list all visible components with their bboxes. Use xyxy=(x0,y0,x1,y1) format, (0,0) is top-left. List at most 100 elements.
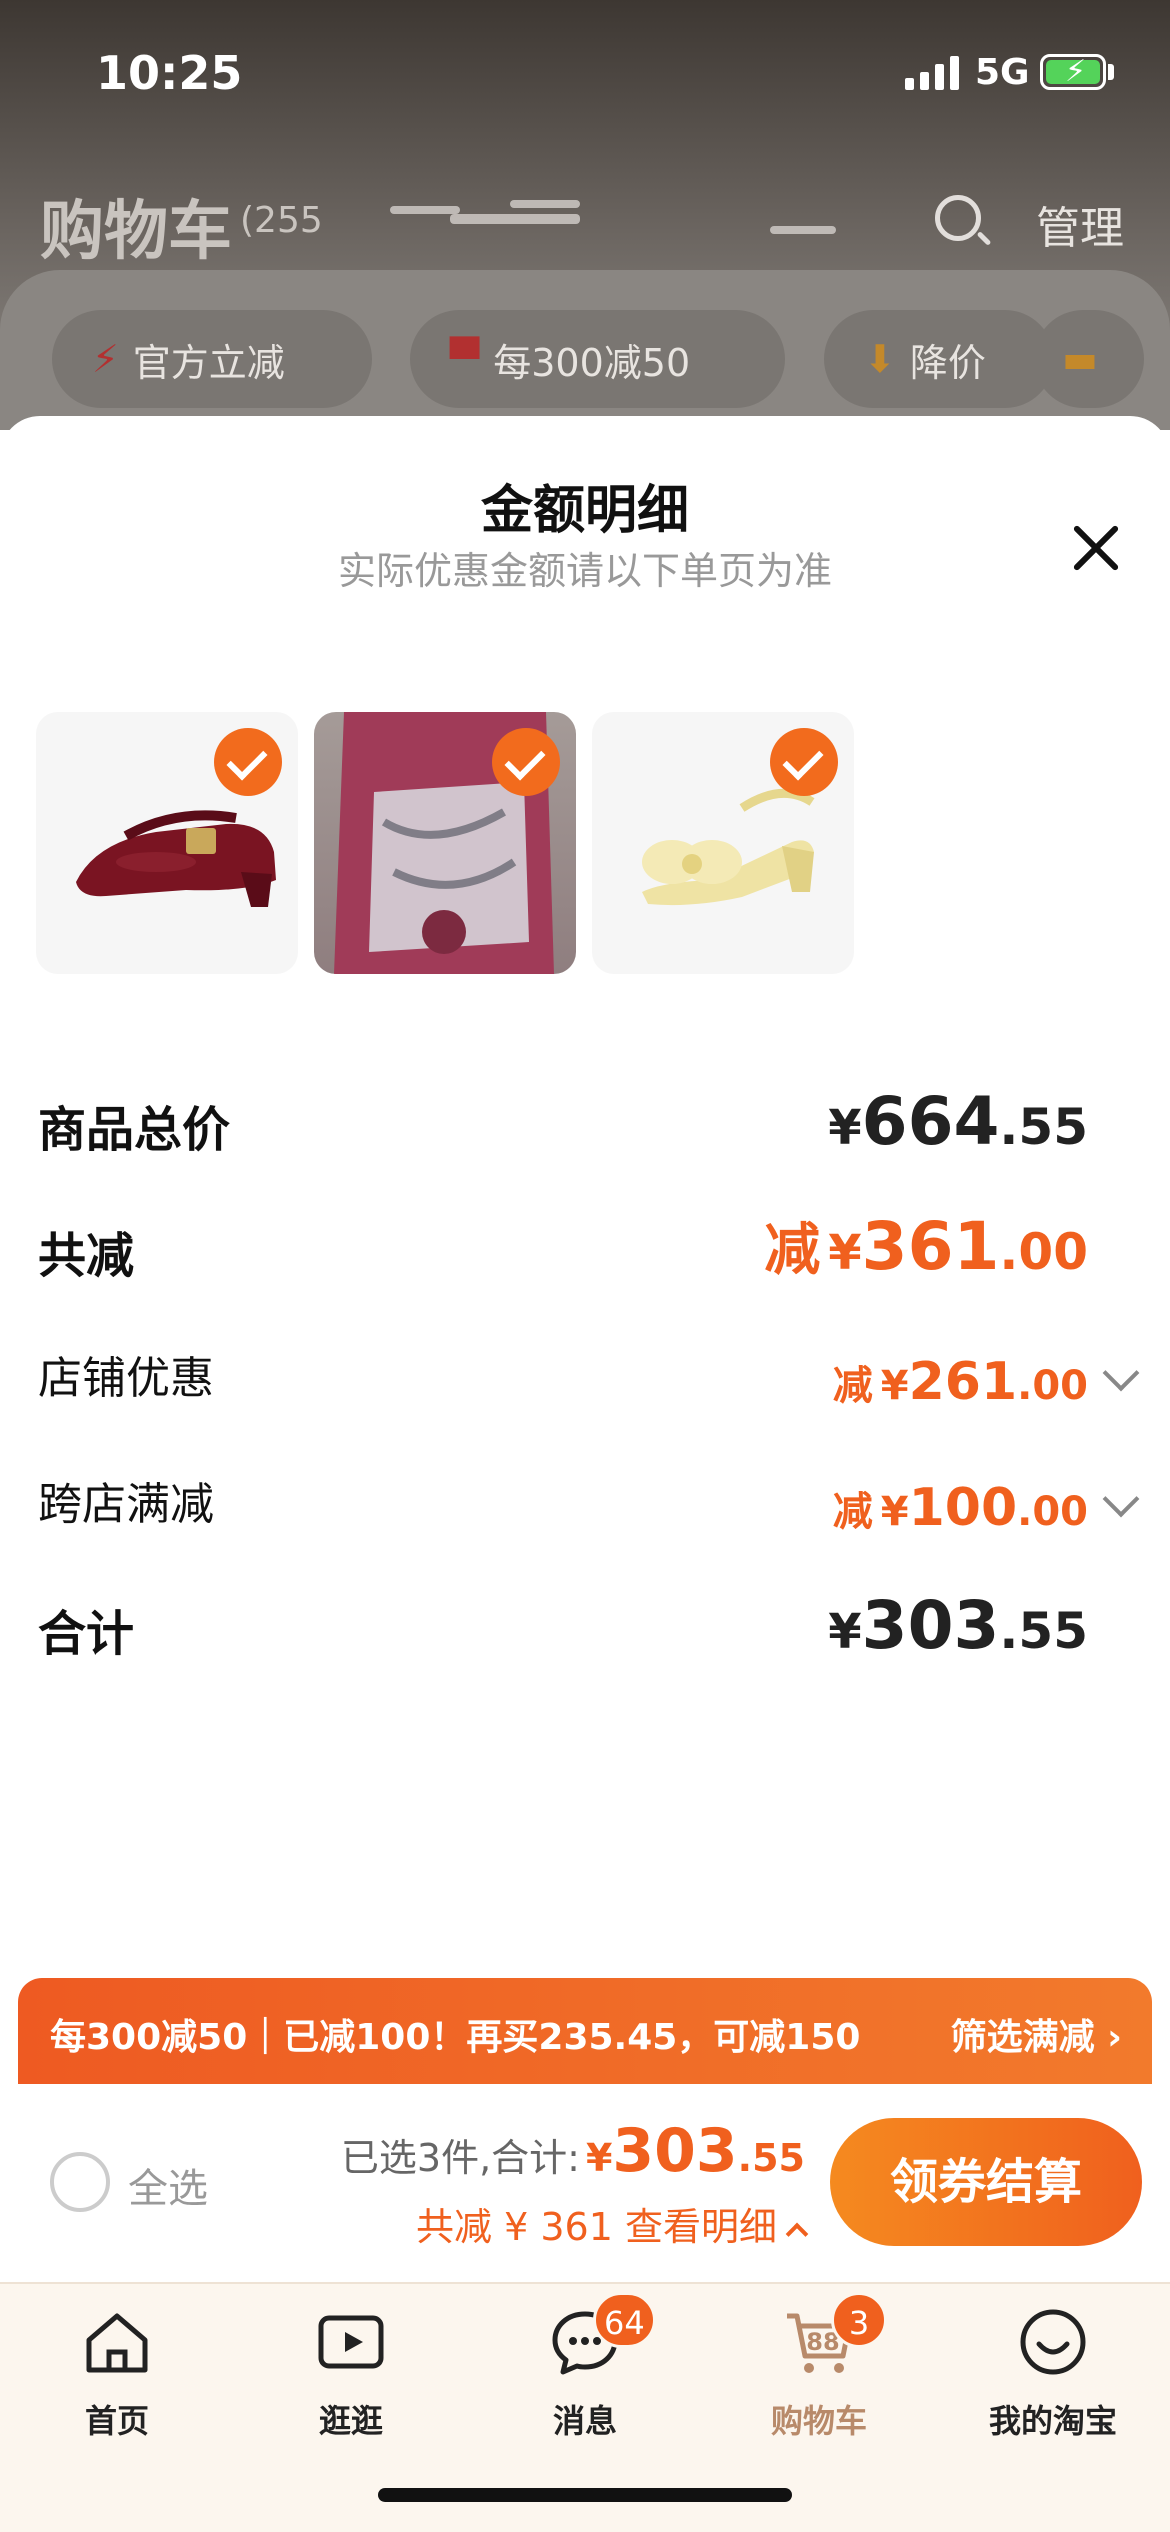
row-total: 合计 ¥303.55 xyxy=(38,1584,1138,1674)
row-cross-shop-discount[interactable]: 跨店满减 减 ¥100.00 xyxy=(38,1458,1140,1548)
discount-summary-text: 共减 ¥ 361 查看明细 xyxy=(416,2205,777,2249)
tab-messages[interactable]: 64 消息 xyxy=(468,2292,702,2442)
currency-symbol: ¥ xyxy=(828,1100,862,1156)
selected-summary: 已选3件,合计: ¥303.55 xyxy=(341,2116,805,2186)
sheet-subtitle: 实际优惠金额请以下单页为准 xyxy=(337,549,832,593)
view-detail-link[interactable]: 共减 ¥ 361 查看明细 xyxy=(416,2196,809,2251)
filter-discount-link[interactable]: 筛选满减 › xyxy=(951,2008,1122,2060)
total-label: 合计 xyxy=(38,1606,135,1662)
amount-int: 261 xyxy=(908,1352,1018,1412)
discount-total-label: 共减 xyxy=(38,1228,135,1284)
selected-check-icon[interactable] xyxy=(492,728,560,796)
filter-chip-strip: ⚡ 官方立减 ▀ 每300减50 ⬇ 降价 ▬ xyxy=(0,270,1170,430)
tab-label: 逛逛 xyxy=(318,2402,383,2440)
product-thumbnail[interactable] xyxy=(592,712,854,974)
amount-int: 664 xyxy=(861,1083,1000,1160)
chip-price-drop[interactable]: ⬇ 降价 xyxy=(824,310,1054,408)
tab-label: 购物车 xyxy=(770,2402,867,2440)
tab-cart[interactable]: 88 3 购物车 xyxy=(702,2292,936,2442)
amount-int: 361 xyxy=(861,1208,1000,1285)
discount-total-value: 减 ¥361.00 xyxy=(764,1205,1088,1286)
cart-count: (255 xyxy=(240,200,323,241)
cart-badge: 3 xyxy=(831,2292,887,2348)
tab-home[interactable]: 首页 xyxy=(0,2306,234,2442)
cart-header: 购物车 (255 管理 xyxy=(0,170,1170,270)
shop-discount-value: 减 ¥261.00 xyxy=(833,1352,1088,1412)
checkout-bar: 全选 已选3件,合计: ¥303.55 共减 ¥ 361 查看明细 领券结算 xyxy=(0,2084,1170,2284)
amount-dec: .55 xyxy=(999,1602,1088,1660)
amount-detail-sheet: 金额明细 实际优惠金额请以下单页为准 商品总价 ¥664.55 共减 减 ¥36… xyxy=(0,416,1170,2116)
folder-icon: ▬ xyxy=(1062,337,1098,381)
manage-button[interactable]: 管理 xyxy=(1036,192,1124,256)
select-all-checkbox[interactable] xyxy=(50,2152,110,2212)
selected-count-text: 已选3件,合计: xyxy=(340,2136,580,2180)
checkout-total: ¥303.55 xyxy=(580,2116,805,2186)
selected-products xyxy=(36,712,854,974)
product-thumbnail[interactable] xyxy=(314,712,576,974)
home-indicator xyxy=(378,2488,792,2502)
video-play-icon xyxy=(318,2315,384,2369)
chip-label: 官方立减 xyxy=(132,340,285,385)
selected-check-icon[interactable] xyxy=(770,728,838,796)
tab-browse[interactable]: 逛逛 xyxy=(234,2306,468,2442)
obscured-text xyxy=(510,200,580,208)
minus-prefix: 减 xyxy=(832,1489,873,1535)
cross-shop-value: 减 ¥100.00 xyxy=(833,1478,1088,1538)
close-icon[interactable] xyxy=(1060,512,1132,584)
currency-symbol: ¥ xyxy=(585,2136,613,2180)
cross-shop-promo-bar[interactable]: 每300减50｜已减100！再买235.45，可减150 筛选满减 › xyxy=(18,1978,1152,2088)
cross-shop-label: 跨店满减 xyxy=(38,1479,214,1530)
amount-int: 303 xyxy=(861,1587,1000,1664)
cart-title: 购物车 xyxy=(40,195,232,269)
promo-text: 每300减50｜已减100！再买235.45，可减150 xyxy=(50,2017,861,2058)
select-all-label[interactable]: 全选 xyxy=(128,2156,208,2214)
chevron-down-icon[interactable] xyxy=(1102,1480,1140,1518)
selected-check-icon[interactable] xyxy=(214,728,282,796)
lightning-icon: ⚡ xyxy=(92,337,119,381)
chip-official-discount[interactable]: ⚡ 官方立减 xyxy=(52,310,372,408)
home-icon xyxy=(86,2313,148,2373)
total-value: ¥303.55 xyxy=(828,1587,1088,1664)
minus-prefix: 减 xyxy=(764,1218,821,1283)
subtotal-label: 商品总价 xyxy=(38,1102,231,1158)
chip-300-minus-50[interactable]: ▀ 每300减50 xyxy=(410,310,785,408)
minus-prefix: 减 xyxy=(832,1363,873,1409)
product-thumbnail[interactable] xyxy=(36,712,298,974)
tab-label: 我的淘宝 xyxy=(988,2402,1117,2440)
amount-dec: .55 xyxy=(737,2136,805,2180)
chevron-up-icon xyxy=(785,2222,809,2246)
background-cart-page: 10:25 5G ⚡ 购物车 (255 管理 ⚡ 官方立减 ▀ 每300减50 … xyxy=(0,0,1170,430)
currency-symbol: ¥ xyxy=(880,1363,909,1409)
folder-button[interactable]: ▬ xyxy=(1034,310,1144,408)
search-icon[interactable] xyxy=(935,195,981,241)
amount-int: 303 xyxy=(612,2116,738,2186)
amount-dec: .00 xyxy=(999,1223,1088,1281)
currency-symbol: ¥ xyxy=(828,1604,862,1660)
status-time: 10:25 xyxy=(96,46,243,100)
shop-discount-label: 店铺优惠 xyxy=(38,1353,214,1404)
row-discount-total: 共减 减 ¥361.00 xyxy=(38,1206,1138,1296)
down-arrow-icon: ⬇ xyxy=(864,337,896,381)
obscured-text xyxy=(770,226,836,234)
row-shop-discount[interactable]: 店铺优惠 减 ¥261.00 xyxy=(38,1332,1140,1422)
status-bar: 10:25 5G ⚡ xyxy=(0,0,1170,150)
amount-dec: .00 xyxy=(1017,1363,1088,1409)
battery-cap xyxy=(1108,64,1114,80)
smile-face-icon xyxy=(1020,2309,1086,2375)
chip-label: 降价 xyxy=(909,340,986,385)
tab-label: 首页 xyxy=(84,2402,149,2440)
amount-dec: .00 xyxy=(1017,1489,1088,1535)
chat-icon-wrap: 64 xyxy=(549,2292,656,2378)
tab-my-taobao[interactable]: 我的淘宝 xyxy=(936,2306,1170,2442)
checkout-button[interactable]: 领券结算 xyxy=(830,2118,1142,2246)
chevron-down-icon[interactable] xyxy=(1102,1354,1140,1392)
currency-symbol: ¥ xyxy=(828,1225,862,1281)
currency-symbol: ¥ xyxy=(880,1489,909,1535)
cellular-signal-icon xyxy=(905,56,959,90)
shop-icon: ▀ xyxy=(450,337,480,381)
battery-icon: ⚡ xyxy=(1040,54,1106,90)
obscured-text xyxy=(390,206,460,214)
cart-icon-wrap: 88 3 xyxy=(783,2292,887,2378)
obscured-text xyxy=(450,214,580,224)
row-subtotal: 商品总价 ¥664.55 xyxy=(38,1080,1138,1170)
